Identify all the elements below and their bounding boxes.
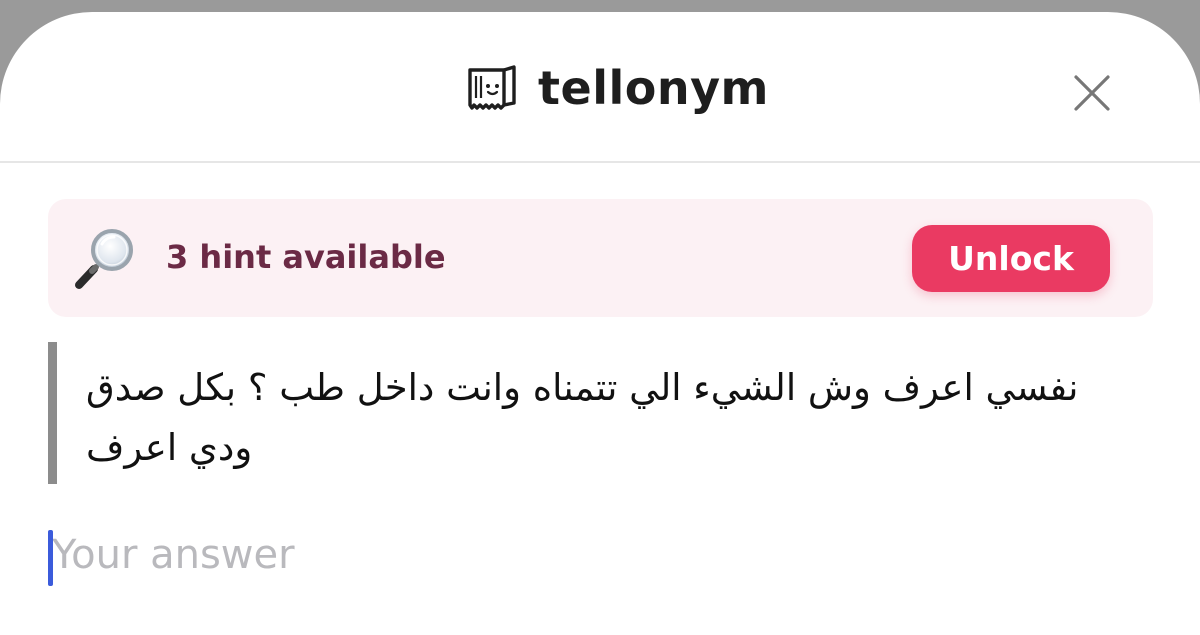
- hint-banner: 3 hint available Unlock: [48, 199, 1153, 317]
- modal-header: tellonym: [0, 12, 1200, 163]
- close-icon: [1074, 75, 1110, 111]
- answer-input[interactable]: [52, 524, 1112, 586]
- magnifying-glass-icon: [75, 229, 133, 289]
- close-button[interactable]: [1070, 71, 1114, 115]
- hint-count-text: 3 hint available: [166, 238, 446, 276]
- question-text: نفسي اعرف وش الشيء الي تتمناه وانت داخل …: [86, 366, 1079, 469]
- unlock-button[interactable]: Unlock: [912, 225, 1110, 292]
- brand: tellonym: [464, 58, 769, 118]
- text-caret: [48, 530, 53, 586]
- answer-field-container: [48, 522, 1128, 588]
- tellonym-logo-icon: [468, 65, 516, 110]
- brand-name: tellonym: [538, 61, 769, 115]
- question-block: نفسي اعرف وش الشيء الي تتمناه وانت داخل …: [48, 342, 1128, 484]
- quote-bar: [48, 342, 57, 484]
- tell-modal-sheet: tellonym 3 hint available Unlock نفسي اع…: [0, 12, 1200, 635]
